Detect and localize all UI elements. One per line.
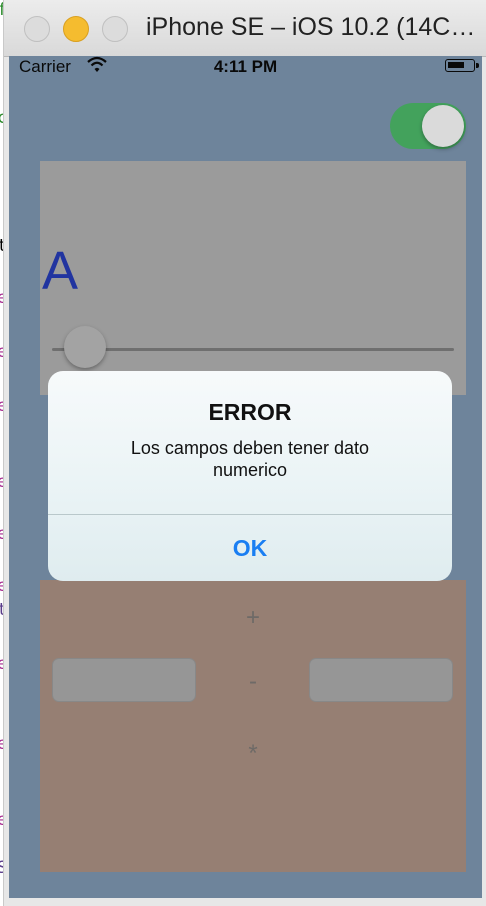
alert-message: Los campos deben tener dato numerico [130, 438, 370, 480]
window-titlebar[interactable]: iPhone SE – iOS 10.2 (14C… [4, 0, 486, 57]
minimize-window-button[interactable] [63, 16, 89, 42]
ok-button[interactable]: OK [48, 515, 452, 581]
error-alert: ERROR Los campos deben tener dato numeri… [48, 371, 452, 581]
simulator-window: iPhone SE – iOS 10.2 (14C… Carrier 4:11 … [3, 0, 486, 906]
device-screen: Carrier 4:11 PM A + - * ERROR Los campos… [9, 56, 482, 898]
alert-title: ERROR [208, 399, 292, 425]
window-title: iPhone SE – iOS 10.2 (14C… [146, 13, 476, 41]
close-window-button[interactable] [24, 16, 50, 42]
zoom-window-button[interactable] [102, 16, 128, 42]
